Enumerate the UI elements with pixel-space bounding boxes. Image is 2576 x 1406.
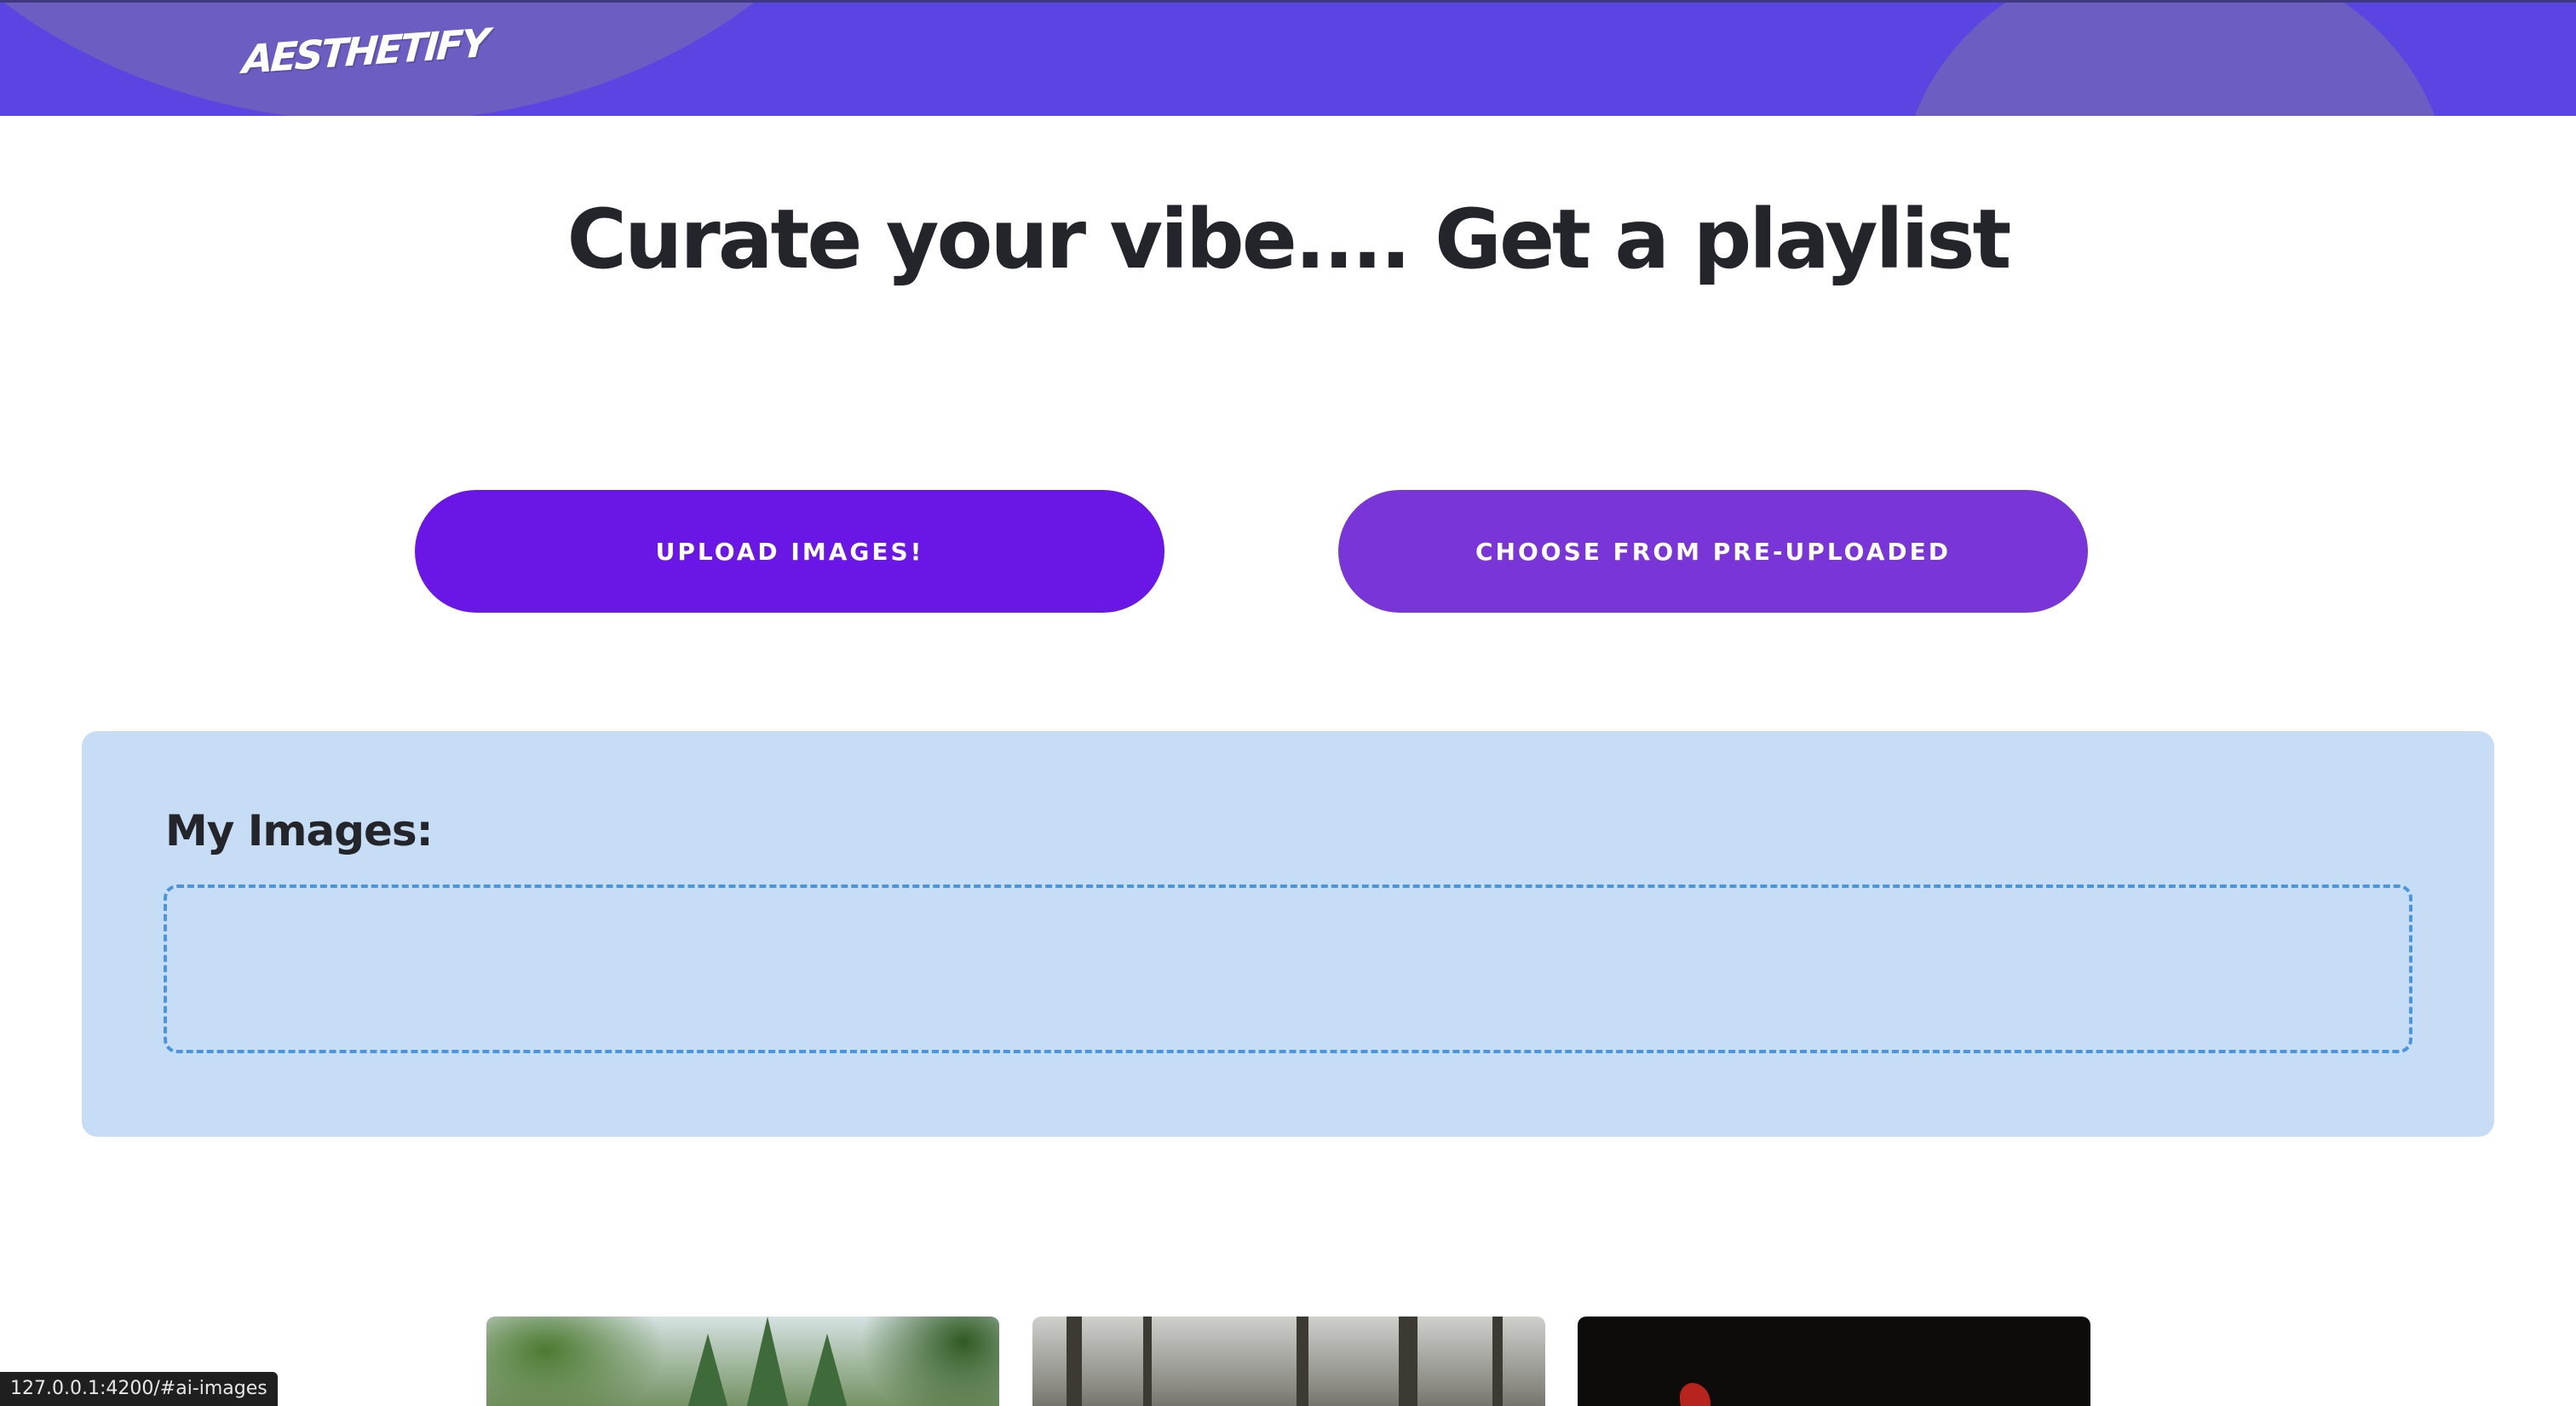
- my-images-heading: My Images:: [165, 806, 434, 856]
- gallery-image-forest-road[interactable]: [486, 1317, 999, 1406]
- header-decoration-blob-right: [1901, 3, 2448, 116]
- page: AESTHETIFY Curate your vibe.... Get a pl…: [0, 0, 2576, 1406]
- upload-images-button[interactable]: UPLOAD IMAGES!: [415, 490, 1164, 613]
- tree-trunk-shape: [1297, 1317, 1308, 1406]
- page-title: Curate your vibe.... Get a playlist: [566, 192, 2012, 287]
- header-bar: AESTHETIFY: [0, 0, 2576, 116]
- tree-shape: [742, 1317, 793, 1406]
- tree-shape: [802, 1334, 853, 1406]
- link-status-bar: 127.0.0.1:4200/#ai-images: [0, 1372, 278, 1406]
- choose-pre-uploaded-button[interactable]: CHOOSE FROM PRE-UPLOADED: [1338, 490, 2088, 613]
- tree-trunk-shape: [1399, 1317, 1417, 1406]
- tree-trunk-shape: [1143, 1317, 1152, 1406]
- tree-trunk-shape: [1067, 1317, 1082, 1406]
- gallery-image-dark-red[interactable]: [1578, 1317, 2090, 1406]
- red-accent-shape: [1680, 1383, 1711, 1406]
- my-images-panel: My Images:: [82, 731, 2494, 1137]
- tree-shape: [682, 1334, 733, 1406]
- gallery-image-misty-forest[interactable]: [1032, 1317, 1545, 1406]
- image-dropzone[interactable]: [164, 885, 2412, 1053]
- tree-trunk-shape: [1492, 1317, 1503, 1406]
